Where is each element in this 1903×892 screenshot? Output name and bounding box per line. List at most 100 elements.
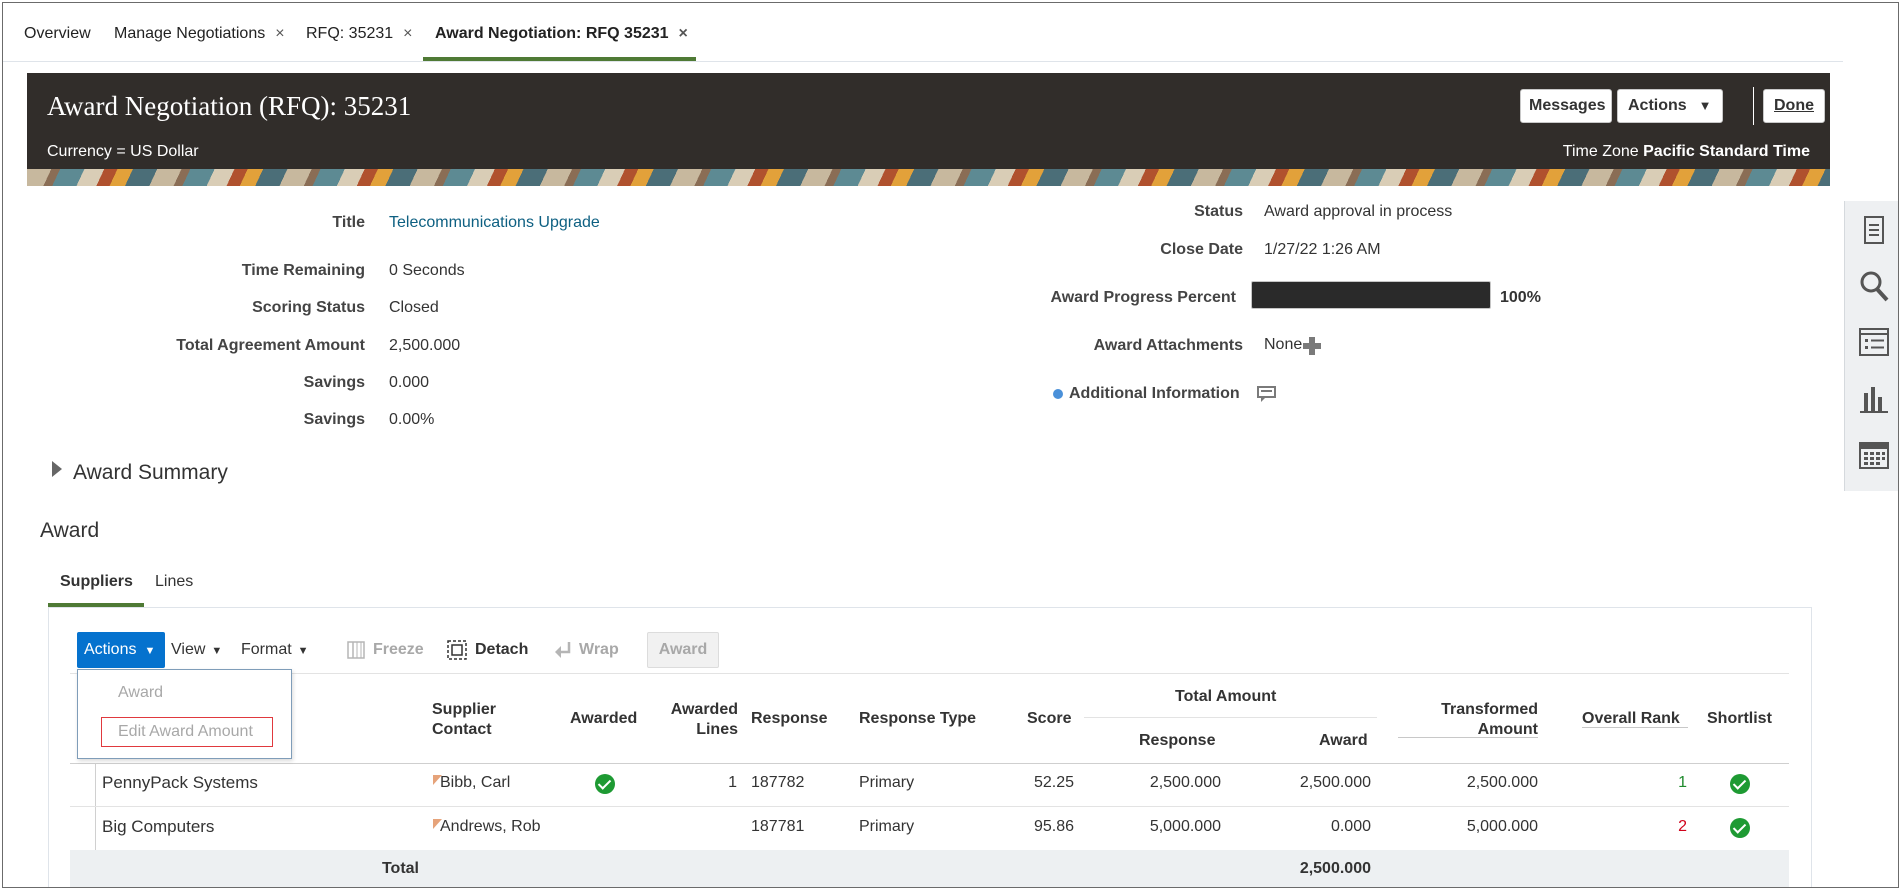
comment-form-icon[interactable] <box>1257 385 1277 403</box>
wrap-button[interactable]: Wrap <box>579 641 619 659</box>
actions-dropdown-menu: Award Edit Award Amount <box>77 669 292 759</box>
response-link[interactable]: 187782 <box>751 774 804 792</box>
caret-down-icon: ▼ <box>144 645 156 657</box>
awarded-check-icon <box>595 774 615 794</box>
tab-label: Award Negotiation: RFQ 35231 <box>435 25 669 42</box>
format-label: Format <box>241 641 292 658</box>
page-title: Award Negotiation (RFQ): 35231 <box>47 91 412 121</box>
col-total-award[interactable]: Award <box>1319 732 1368 750</box>
bar-chart-icon[interactable] <box>1857 381 1891 415</box>
award-progress-bar <box>1251 281 1491 309</box>
search-icon[interactable] <box>1857 269 1891 303</box>
divider <box>70 673 1789 674</box>
tab-label: Overview <box>24 25 91 42</box>
total-award-sum: 2,500.000 <box>1299 860 1371 877</box>
col-transformed-amount[interactable]: Transformed Amount <box>1398 700 1538 740</box>
close-icon[interactable]: × <box>403 25 412 42</box>
subtab-suppliers[interactable]: Suppliers <box>60 573 133 591</box>
progress-value: 100% <box>1500 289 1541 306</box>
view-label: View <box>171 641 206 658</box>
transformed-amount-link[interactable]: 2,500.000 <box>1413 774 1538 792</box>
attachments-label: Award Attachments <box>1093 337 1243 354</box>
tab-label: RFQ: 35231 <box>306 25 394 42</box>
timezone-value: Pacific Standard Time <box>1643 143 1810 160</box>
format-menu[interactable]: Format ▼ <box>241 641 309 659</box>
tab-label: Manage Negotiations <box>114 25 266 42</box>
tab-rfq[interactable]: RFQ: 35231 × <box>306 25 413 43</box>
header-decorative-band <box>27 169 1830 186</box>
supplier-link[interactable]: PennyPack Systems <box>102 773 258 793</box>
contact-value: Andrews, Rob <box>440 818 541 835</box>
title-label: Title <box>332 214 365 231</box>
suppliers-panel <box>48 607 1812 887</box>
col-shortlist[interactable]: Shortlist <box>1707 710 1772 728</box>
attachments-value: None <box>1264 336 1303 353</box>
rank-value: 2 <box>1678 818 1687 835</box>
scoring-status-label: Scoring Status <box>252 299 365 316</box>
total-agreement-value: 2,500.000 <box>389 337 461 354</box>
tab-manage-negotiations[interactable]: Manage Negotiations × <box>114 25 285 43</box>
score-link[interactable]: 95.86 <box>1003 818 1074 836</box>
detach-icon <box>447 640 467 660</box>
divider <box>1582 727 1688 728</box>
divider <box>70 763 1789 764</box>
col-score[interactable]: Score <box>1027 710 1071 728</box>
additional-info-label: Additional Information <box>1069 385 1240 402</box>
status-value: Award approval in process <box>1264 203 1453 220</box>
col-supplier-contact[interactable]: Supplier Contact <box>432 700 522 740</box>
shortlist-check-icon[interactable] <box>1730 774 1750 794</box>
freeze-button[interactable]: Freeze <box>373 641 424 659</box>
wrap-icon <box>555 642 571 658</box>
expand-triangle-icon[interactable] <box>52 461 62 477</box>
col-response[interactable]: Response <box>751 710 827 728</box>
awarded-lines-value: 1 <box>728 774 737 791</box>
col-overall-rank[interactable]: Overall Rank <box>1582 710 1680 728</box>
title-link[interactable]: Telecommunications Upgrade <box>389 214 600 232</box>
close-date-label: Close Date <box>1160 241 1243 258</box>
list-icon[interactable] <box>1857 325 1891 359</box>
add-attachment-icon[interactable] <box>1303 337 1321 355</box>
caret-down-icon: ▼ <box>211 645 223 657</box>
savings-percent-value: 0.00% <box>389 411 435 428</box>
calendar-icon[interactable] <box>1857 437 1891 471</box>
savings-percent-label: Savings <box>303 411 365 428</box>
actions-label: Actions <box>84 641 137 658</box>
currency-label: Currency = US Dollar <box>47 143 199 160</box>
menu-item-edit-award-amount[interactable]: Edit Award Amount <box>101 717 273 747</box>
time-remaining-label: Time Remaining <box>241 262 365 279</box>
award-button[interactable]: Award <box>647 632 719 668</box>
messages-button[interactable]: Messages <box>1520 89 1612 123</box>
supplier-link[interactable]: Big Computers <box>102 817 214 837</box>
right-panel-rail <box>1844 201 1898 491</box>
col-awarded-lines[interactable]: Awarded Lines <box>658 700 738 740</box>
done-button[interactable]: Done <box>1763 89 1825 123</box>
detach-button[interactable]: Detach <box>475 641 528 659</box>
response-type-value: Primary <box>859 818 915 835</box>
tab-award-negotiation[interactable]: Award Negotiation: RFQ 35231 × <box>435 25 688 43</box>
app-window: Overview Manage Negotiations × RFQ: 35231… <box>2 2 1899 888</box>
score-link[interactable]: 52.25 <box>1003 774 1074 792</box>
col-awarded[interactable]: Awarded <box>570 710 637 728</box>
transformed-amount-link[interactable]: 5,000.000 <box>1413 818 1538 836</box>
shortlist-check-icon[interactable] <box>1730 818 1750 838</box>
award-summary-heading[interactable]: Award Summary <box>73 461 228 485</box>
view-menu[interactable]: View ▼ <box>171 641 222 659</box>
table-actions-button[interactable]: Actions ▼ <box>77 632 165 668</box>
subtab-lines[interactable]: Lines <box>155 573 193 591</box>
status-label: Status <box>1194 203 1243 220</box>
col-response-type[interactable]: Response Type <box>859 710 976 728</box>
response-link[interactable]: 187781 <box>751 818 804 836</box>
menu-item-award[interactable]: Award <box>118 684 163 702</box>
progress-label: Award Progress Percent <box>1050 289 1236 306</box>
col-total-response[interactable]: Response <box>1139 732 1215 750</box>
header-actions-button[interactable]: Actions ▼ <box>1617 89 1723 123</box>
divider <box>1084 717 1377 718</box>
close-icon[interactable]: × <box>679 25 688 42</box>
header-actions-label: Actions <box>1628 97 1687 114</box>
response-type-value: Primary <box>859 774 915 791</box>
total-award-value: 2,500.000 <box>1299 774 1371 791</box>
document-icon[interactable] <box>1857 213 1891 247</box>
close-icon[interactable]: × <box>275 25 284 42</box>
time-remaining-value: 0 Seconds <box>389 262 465 279</box>
tab-overview[interactable]: Overview <box>24 25 91 43</box>
